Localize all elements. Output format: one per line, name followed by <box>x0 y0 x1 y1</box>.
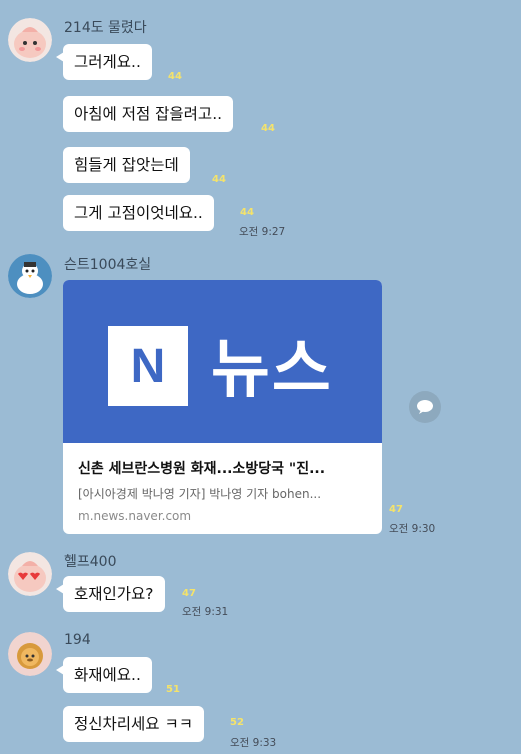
speech-bubble-icon <box>417 400 433 414</box>
unread-count: 44 <box>212 174 226 185</box>
timestamp: 오전 9:30 <box>389 523 436 535</box>
chat-room: 214도 물렸다 그러게요.. 44 아침에 저점 잡을려고.. 44 힘들게 … <box>0 0 521 754</box>
message-bubble[interactable]: 아침에 저점 잡을려고.. <box>63 96 234 132</box>
unread-count: 44 <box>240 207 254 218</box>
link-title: 신촌 세브란스병원 화재...소방당국 "진... <box>78 461 326 477</box>
avatar-lion[interactable] <box>8 632 52 676</box>
unread-count: 52 <box>230 717 244 728</box>
unread-count: 44 <box>261 123 275 134</box>
avatar-peach[interactable] <box>8 18 52 62</box>
unread-count: 47 <box>389 504 403 515</box>
link-url: m.news.naver.com <box>78 509 192 523</box>
link-preview-card[interactable]: N 뉴스 신촌 세브란스병원 화재...소방당국 "진... [아시아경제 박나… <box>63 280 382 534</box>
link-description: [아시아경제 박나영 기자] 박나영 기자 bohen... <box>78 487 322 501</box>
sender-name: 슨트1004호실 <box>64 257 152 273</box>
sender-name: 214도 물렸다 <box>64 20 147 36</box>
naver-n-logo: N <box>108 326 188 406</box>
news-banner: N 뉴스 <box>63 280 382 443</box>
timestamp: 오전 9:27 <box>239 226 286 238</box>
timestamp: 오전 9:33 <box>230 737 277 749</box>
avatar-peach-heart[interactable] <box>8 552 52 596</box>
message-bubble[interactable]: 그게 고점이엇네요.. <box>63 195 214 231</box>
timestamp: 오전 9:31 <box>182 606 229 618</box>
share-button[interactable] <box>409 391 441 423</box>
message-bubble[interactable]: 그러게요.. <box>56 44 152 80</box>
unread-count: 44 <box>168 71 182 82</box>
sender-name: 헬프400 <box>64 554 117 570</box>
message-bubble[interactable]: 호재인가요? <box>56 576 165 612</box>
sender-name: 194 <box>64 632 91 648</box>
message-bubble[interactable]: 힘들게 잡앗는데 <box>63 147 190 183</box>
unread-count: 51 <box>166 684 180 695</box>
avatar-bird[interactable] <box>8 254 52 298</box>
unread-count: 47 <box>182 588 196 599</box>
message-bubble[interactable]: 화재에요.. <box>56 657 152 693</box>
news-banner-text: 뉴스 <box>211 333 333 407</box>
message-bubble[interactable]: 정신차리세요 ㅋㅋ <box>63 706 205 742</box>
